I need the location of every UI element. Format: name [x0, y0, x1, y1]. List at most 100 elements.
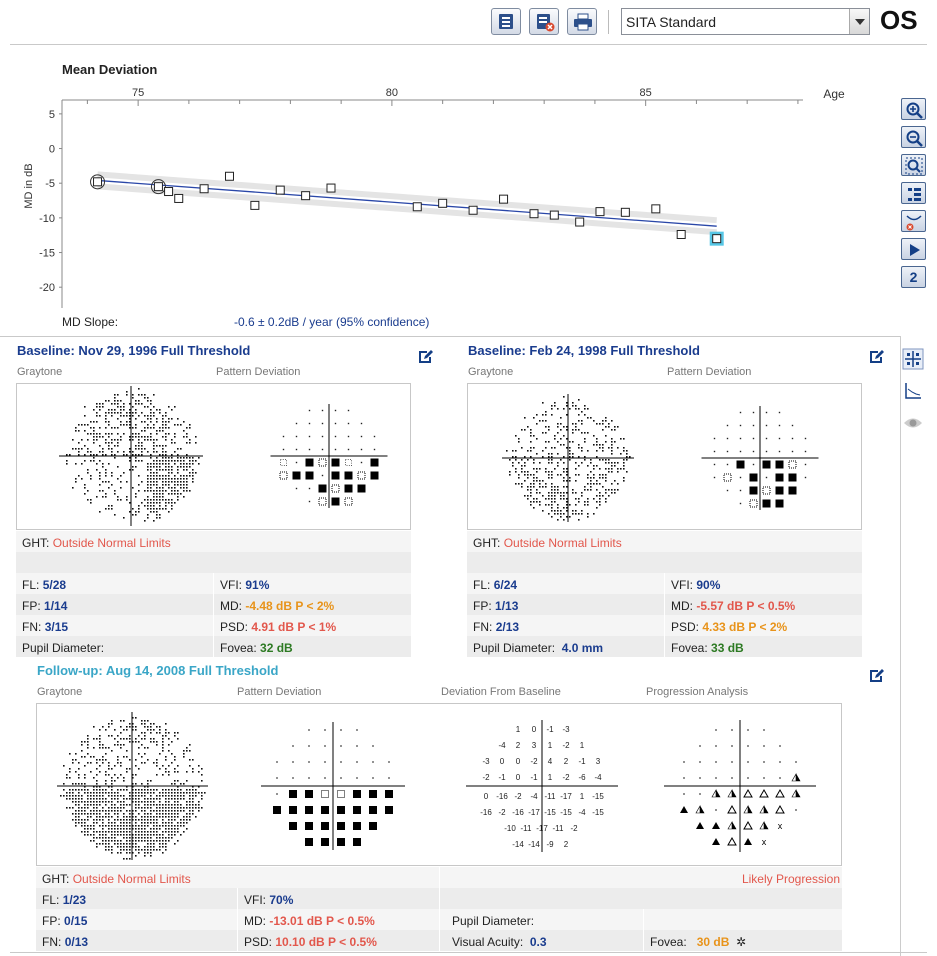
zoom-in-button[interactable]	[901, 98, 926, 120]
graytone-dot	[105, 496, 107, 498]
edit-icon[interactable]	[868, 668, 884, 684]
graytone-dot	[183, 756, 185, 758]
print-button[interactable]	[567, 8, 597, 35]
edit-icon[interactable]	[868, 349, 884, 365]
graytone-dot	[530, 447, 532, 449]
graytone-dot	[168, 493, 170, 495]
p05-point	[353, 790, 361, 798]
p05-point	[331, 471, 340, 480]
graytone-dot	[180, 475, 182, 477]
graytone-dot	[575, 423, 577, 425]
graytone-dot	[117, 819, 119, 821]
graytone-dot	[141, 744, 143, 746]
graytone-dot	[96, 738, 98, 740]
graytone-dot	[587, 513, 589, 515]
graytone-dot	[602, 474, 604, 476]
normal-point	[795, 809, 797, 811]
zoom-out-button[interactable]	[901, 126, 926, 148]
graytone-dot	[96, 496, 98, 498]
graytone-dot	[575, 474, 577, 476]
graytone-dot	[111, 816, 113, 818]
p05-point	[385, 790, 393, 798]
graytone-dot	[129, 723, 131, 725]
test-type-select[interactable]: SITA Standard	[621, 8, 870, 35]
page-two-button[interactable]: 2	[901, 266, 926, 288]
graytone-dot	[111, 789, 113, 791]
graytone-dot	[150, 852, 152, 854]
graytone-dot	[566, 516, 568, 518]
graytone-dot	[608, 471, 610, 473]
graytone-dot	[117, 777, 119, 779]
graytone-dot	[141, 816, 143, 818]
graytone-dot	[126, 798, 128, 800]
graytone-dot	[108, 765, 110, 767]
graph-view-button[interactable]	[902, 380, 926, 404]
graytone-dot	[75, 427, 77, 429]
graytone-dot	[587, 489, 589, 491]
graytone-dot	[147, 469, 149, 471]
graytone-dot	[105, 753, 107, 755]
graytone-dot	[548, 504, 550, 506]
graytone-dot	[186, 457, 188, 459]
graytone-dot	[147, 463, 149, 465]
graytone-dot	[153, 792, 155, 794]
graytone-dot	[120, 846, 122, 848]
grid-view-button[interactable]	[902, 348, 926, 372]
graytone-dot	[156, 487, 158, 489]
graytone-dot	[132, 487, 134, 489]
graytone-dot	[123, 804, 125, 806]
edit-icon[interactable]	[417, 349, 433, 365]
play-button[interactable]	[901, 238, 926, 260]
graytone-dot	[623, 462, 625, 464]
graytone-dot	[563, 408, 565, 410]
graytone-dot	[99, 834, 101, 836]
graytone-dot	[147, 783, 149, 785]
deviation-value: -17	[536, 824, 548, 833]
graytone-dot	[90, 502, 92, 504]
graytone-dot	[126, 424, 128, 426]
deviation-value: -14	[528, 840, 540, 849]
graytone-dot	[557, 510, 559, 512]
graytone-dot	[156, 834, 158, 836]
normal-point	[388, 761, 390, 763]
p05-point	[775, 499, 784, 508]
graytone-dot	[78, 819, 80, 821]
graytone-dot	[147, 819, 149, 821]
zoom-reset-button[interactable]	[901, 154, 926, 176]
graytone-dot	[114, 400, 116, 402]
graytone-dot	[129, 448, 131, 450]
graytone-dot	[174, 789, 176, 791]
graytone-dot	[114, 744, 116, 746]
baseline2-fn: FN: 2/13	[467, 615, 664, 636]
graytone-dot	[138, 439, 140, 441]
graytone-dot	[93, 430, 95, 432]
graytone-dot	[177, 496, 179, 498]
visual-field-progression-report: SITA Standard OS Mean Deviation 75 80 85 5 0…	[0, 0, 937, 956]
graytone-dot	[587, 417, 589, 419]
report-delete-button[interactable]	[529, 8, 559, 35]
layout-button[interactable]	[901, 182, 926, 204]
graytone-dot	[602, 450, 604, 452]
graytone-dot	[129, 759, 131, 761]
graytone-dot	[114, 807, 116, 809]
graytone-dot	[611, 489, 613, 491]
graytone-dot	[147, 466, 149, 468]
graytone-dot	[156, 762, 158, 764]
deviation-value: 2	[564, 757, 569, 766]
graytone-dot	[141, 819, 143, 821]
graytone-dot	[111, 750, 113, 752]
graytone-dot	[560, 492, 562, 494]
graytone-dot	[183, 831, 185, 833]
graytone-dot	[87, 819, 89, 821]
graytone-dot	[120, 807, 122, 809]
chevron-down-icon[interactable]	[849, 9, 869, 34]
report-button[interactable]	[491, 8, 521, 35]
normal-point	[715, 777, 717, 779]
remove-trend-button[interactable]	[901, 210, 926, 232]
graytone-dot	[542, 486, 544, 488]
visibility-button[interactable]	[902, 412, 926, 436]
graytone-dot	[168, 837, 170, 839]
graytone-dot	[105, 771, 107, 773]
graytone-dot	[578, 399, 580, 401]
normal-point	[356, 729, 358, 731]
